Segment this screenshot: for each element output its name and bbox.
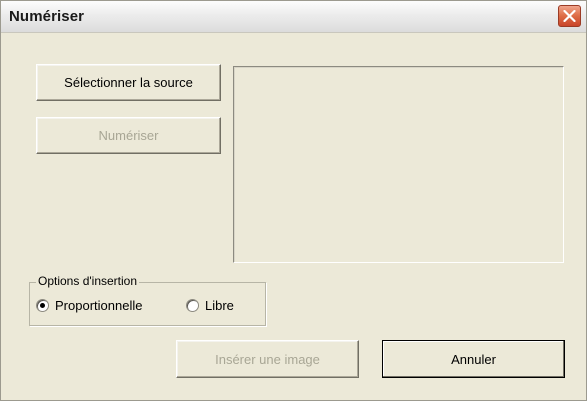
scan-button[interactable]: Numériser — [36, 117, 221, 154]
select-source-button[interactable]: Sélectionner la source — [36, 64, 221, 101]
dialog-title: Numériser — [9, 8, 85, 25]
radio-proportional-indicator[interactable] — [36, 299, 49, 312]
scan-dialog: Numériser Sélectionner la source Numéris… — [0, 0, 587, 401]
radio-proportional-label: Proportionnelle — [55, 298, 143, 313]
insert-image-label: Insérer une image — [215, 351, 320, 367]
scan-label: Numériser — [98, 128, 159, 143]
insert-options-group: Options d'insertion Proportionnelle Libr… — [29, 274, 266, 326]
close-icon — [563, 10, 576, 22]
title-bar[interactable]: Numériser — [1, 1, 586, 33]
insert-image-button[interactable]: Insérer une image — [176, 340, 359, 378]
dialog-content: Sélectionner la source Numériser Options… — [1, 34, 586, 400]
radio-free-label: Libre — [205, 298, 234, 313]
radio-free-indicator[interactable] — [186, 299, 199, 312]
radio-free[interactable]: Libre — [186, 298, 234, 313]
select-source-label: Sélectionner la source — [64, 75, 193, 90]
radio-proportional[interactable]: Proportionnelle — [36, 298, 142, 313]
scan-preview-area — [233, 66, 564, 263]
close-button[interactable] — [558, 5, 581, 27]
insert-options-legend: Options d'insertion — [36, 274, 140, 288]
cancel-label: Annuler — [451, 351, 496, 367]
cancel-button[interactable]: Annuler — [382, 340, 565, 378]
